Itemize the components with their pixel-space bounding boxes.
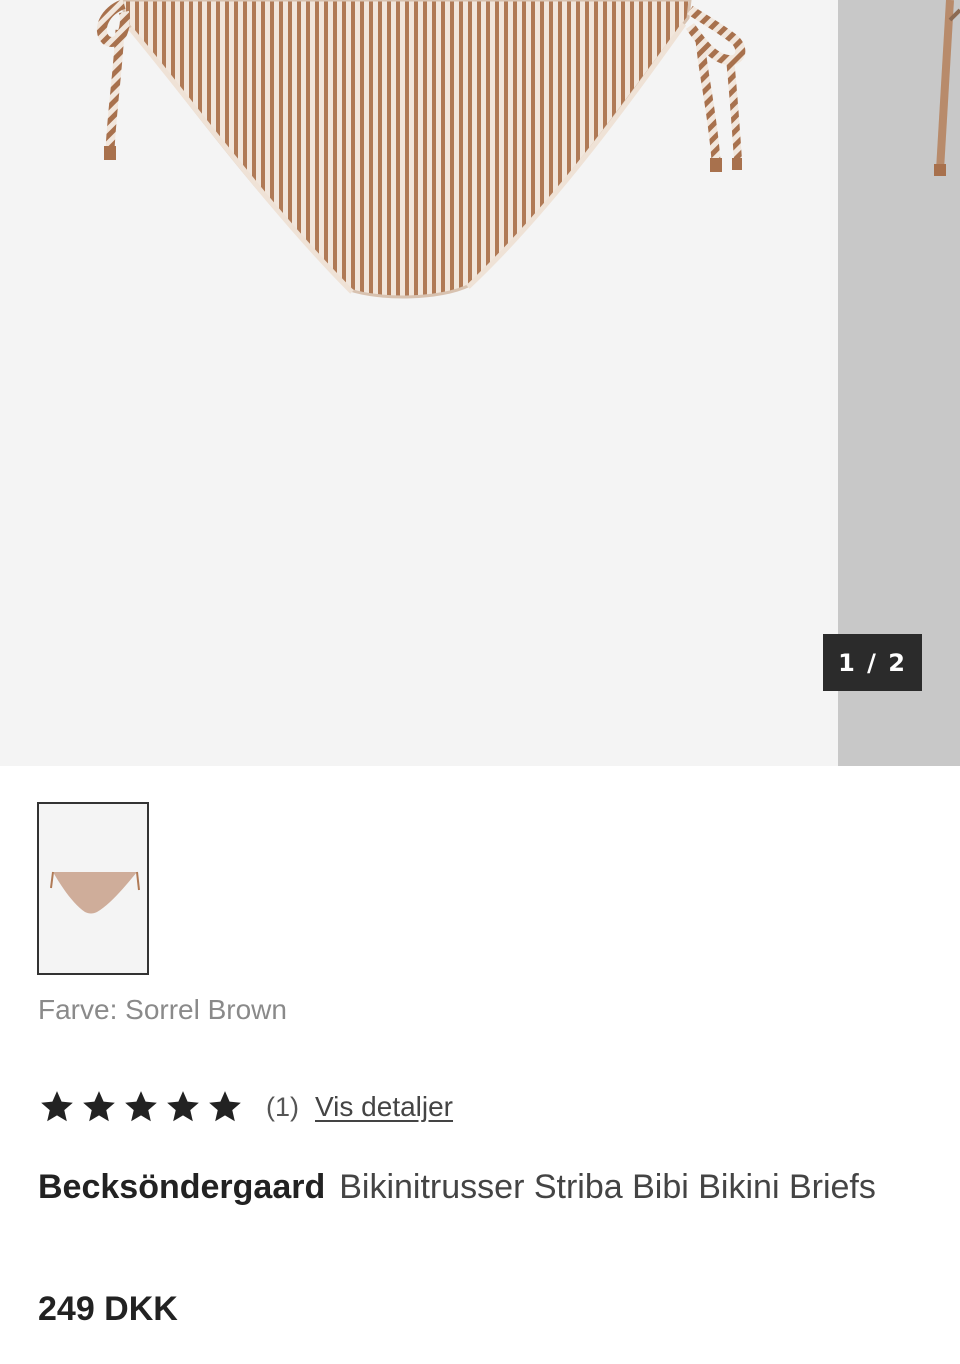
star-icon — [167, 1091, 199, 1122]
review-count: (1) — [266, 1091, 299, 1122]
star-icon — [125, 1091, 157, 1122]
star-rating — [38, 1088, 248, 1126]
product-image-slide-current[interactable] — [0, 0, 838, 766]
rating-row: (1) Vis detaljer — [38, 1084, 453, 1130]
color-label: Farve: — [38, 994, 118, 1025]
product-image-gallery[interactable]: 1 / 2 — [0, 0, 960, 766]
star-icon — [209, 1091, 241, 1122]
star-icon — [41, 1091, 73, 1122]
color-thumbnail-selected[interactable] — [37, 802, 149, 975]
product-name: Bikinitrusser Striba Bibi Bikini Briefs — [339, 1168, 876, 1206]
color-info: Farve: Sorrel Brown — [38, 994, 287, 1026]
product-title: Becksöndergaard Bikinitrusser Striba Bibi… — [38, 1160, 918, 1214]
product-image-bikini-briefs — [96, 0, 746, 299]
thumbnail-image — [50, 871, 140, 914]
color-value: Sorrel Brown — [125, 994, 287, 1025]
product-price: 249 DKK — [38, 1290, 178, 1328]
view-details-link[interactable]: Vis detaljer — [315, 1091, 453, 1123]
image-counter: 1 / 2 — [823, 634, 922, 691]
star-icon — [83, 1091, 115, 1122]
product-brand: Becksöndergaard — [38, 1168, 326, 1206]
